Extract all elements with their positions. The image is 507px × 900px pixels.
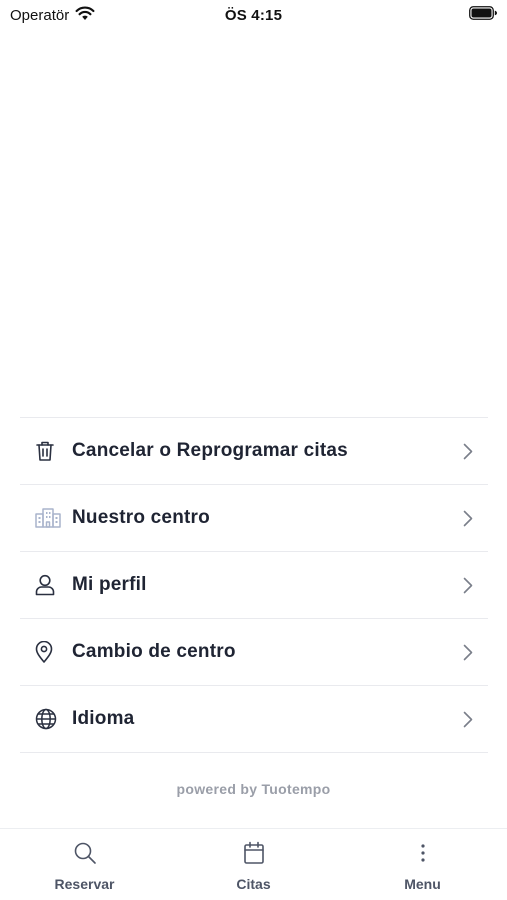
menu-item-my-profile[interactable]: Mi perfil [20, 552, 488, 619]
calendar-icon [243, 841, 265, 870]
app-screen: Operatör ÖS 4:15 Cancelar o Reprogramar … [0, 0, 507, 900]
chevron-right-icon [448, 577, 488, 594]
tab-label: Menu [404, 876, 441, 892]
menu-item-label: Nuestro centro [72, 507, 210, 528]
chevron-right-icon [448, 711, 488, 728]
menu-list: Cancelar o Reprogramar citas Nuestro cen… [20, 417, 488, 753]
menu-item-change-center[interactable]: Cambio de centro [20, 619, 488, 686]
wifi-icon [75, 6, 95, 25]
menu-item-language[interactable]: Idioma [20, 686, 488, 753]
chevron-right-icon [448, 443, 488, 460]
carrier-label: Operatör [10, 6, 70, 24]
tab-menu[interactable]: Menu [338, 829, 507, 900]
status-bar: Operatör ÖS 4:15 [0, 0, 507, 30]
menu-item-cancel-reschedule[interactable]: Cancelar o Reprogramar citas [20, 418, 488, 485]
menu-item-label: Cancelar o Reprogramar citas [72, 440, 348, 461]
building-icon [20, 508, 72, 528]
menu-item-label: Idioma [72, 708, 135, 729]
chevron-right-icon [448, 510, 488, 527]
menu-item-our-center[interactable]: Nuestro centro [20, 485, 488, 552]
trash-icon [20, 440, 72, 462]
status-time: ÖS 4:15 [224, 6, 283, 24]
map-pin-icon [20, 641, 72, 663]
chevron-right-icon [448, 644, 488, 661]
powered-by-text: powered by Tuotempo [176, 781, 331, 797]
search-icon [73, 841, 97, 870]
menu-item-label: Cambio de centro [72, 641, 236, 662]
tab-reservar[interactable]: Reservar [0, 829, 169, 900]
more-vertical-icon [411, 841, 435, 870]
battery-icon [469, 6, 497, 24]
user-icon [20, 574, 72, 596]
globe-icon [20, 708, 72, 730]
menu-item-label: Mi perfil [72, 574, 147, 595]
tab-label: Citas [236, 876, 271, 892]
tab-citas[interactable]: Citas [169, 829, 338, 900]
tab-label: Reservar [54, 876, 115, 892]
tab-bar: Reservar Citas Menu [0, 828, 507, 900]
